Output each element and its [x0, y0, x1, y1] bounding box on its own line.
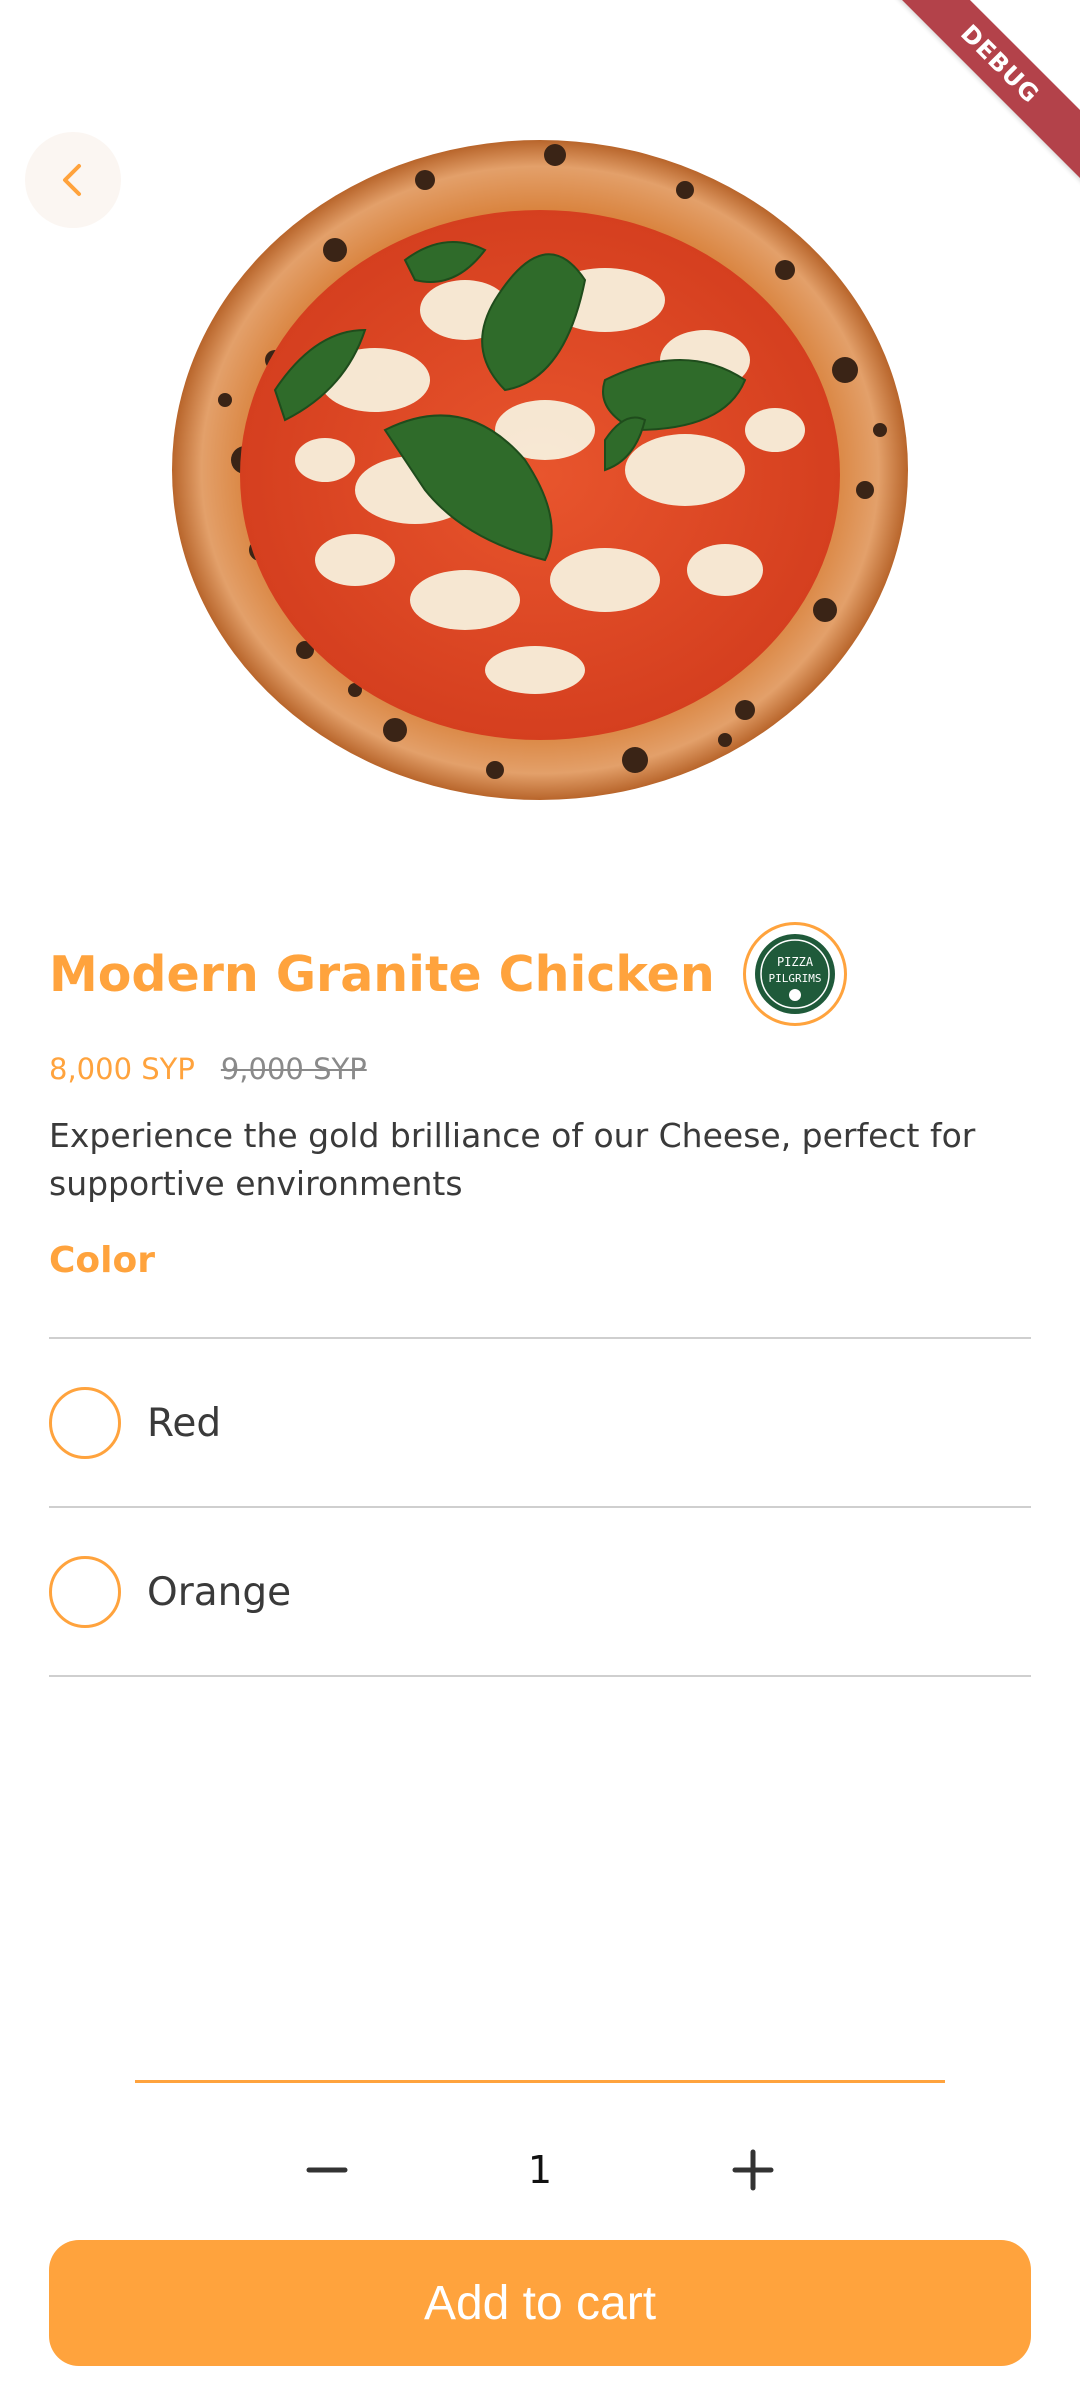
pizza-image	[165, 130, 915, 810]
decrease-quantity-button[interactable]	[287, 2130, 367, 2210]
add-to-cart-button[interactable]: Add to cart	[49, 2240, 1031, 2366]
radio-button[interactable]	[49, 1556, 121, 1628]
product-title: Modern Granite Chicken	[49, 945, 715, 1003]
quantity-separator	[135, 2080, 945, 2083]
divider	[49, 1337, 1031, 1339]
price-row: 8,000 SYP 9,000 SYP	[49, 1052, 367, 1086]
pizza-pilgrims-logo: PIZZA PILGRIMS	[754, 934, 835, 1014]
option-label: Orange	[147, 1569, 292, 1615]
chevron-left-icon	[63, 164, 81, 196]
back-button[interactable]	[25, 132, 121, 228]
radio-button[interactable]	[49, 1387, 121, 1459]
svg-text:PIZZA: PIZZA	[777, 955, 814, 969]
divider	[49, 1675, 1031, 1677]
option-label: Red	[147, 1400, 222, 1446]
product-detail-screen: DEBUG Modern Granite Chicken PIZZA PILGR…	[0, 0, 1080, 2400]
current-price: 8,000 SYP	[49, 1052, 195, 1086]
divider	[49, 1506, 1031, 1508]
brand-logo[interactable]: PIZZA PILGRIMS	[742, 922, 847, 1026]
increase-quantity-button[interactable]	[713, 2130, 793, 2210]
minus-icon	[306, 2167, 348, 2173]
original-price: 9,000 SYP	[220, 1052, 367, 1086]
product-header: Modern Granite Chicken PIZZA PILGRIMS	[49, 922, 847, 1026]
quantity-stepper: 1	[0, 2130, 1080, 2210]
product-description: Experience the gold brilliance of our Ch…	[49, 1116, 976, 1203]
plus-icon	[732, 2149, 774, 2191]
color-option-orange[interactable]: Orange	[49, 1509, 1031, 1675]
color-section-title: Color	[49, 1240, 155, 1281]
color-option-red[interactable]: Red	[49, 1340, 1031, 1506]
quantity-value: 1	[527, 2148, 553, 2192]
svg-text:PILGRIMS: PILGRIMS	[768, 972, 821, 985]
